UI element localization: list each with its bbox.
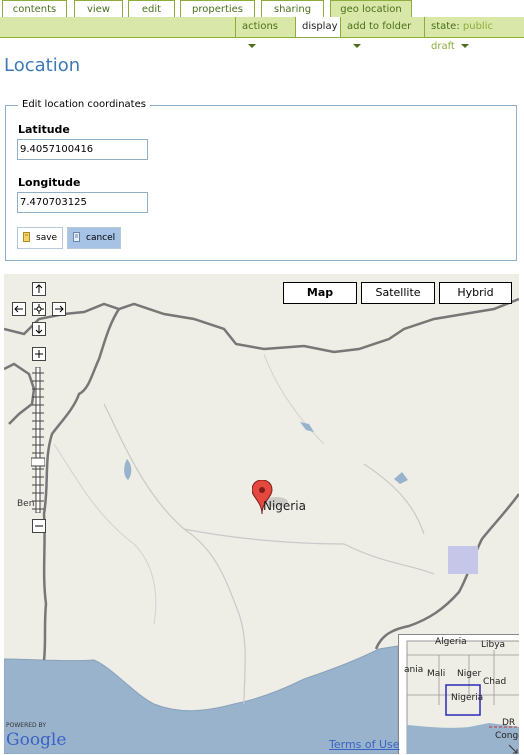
save-button[interactable]: save <box>17 227 63 249</box>
location-fieldset: Edit location coordinates Latitude Longi… <box>5 99 517 261</box>
longitude-input[interactable] <box>17 192 148 213</box>
chevron-down-icon <box>460 44 469 48</box>
state-label: state: <box>431 21 460 32</box>
minus-icon <box>35 525 43 527</box>
tab-properties[interactable]: properties <box>180 0 255 17</box>
longitude-label: Longitude <box>18 176 81 189</box>
cancel-button[interactable]: cancel <box>67 227 121 249</box>
plus-icon <box>35 350 43 358</box>
map-type-map-button[interactable]: Map <box>283 282 357 304</box>
tab-view[interactable]: view <box>74 0 123 17</box>
latitude-label: Latitude <box>18 123 70 136</box>
chevron-down-icon <box>248 44 256 48</box>
zoom-in-button[interactable] <box>32 347 46 361</box>
powered-by-label: POWERED BY <box>6 722 47 729</box>
overview-label-mali: Mali <box>427 669 446 679</box>
overview-label-congo: Congo <box>495 731 519 741</box>
cancel-icon <box>73 232 80 242</box>
zoom-out-button[interactable] <box>32 519 46 533</box>
map-type-hybrid-button[interactable]: Hybrid <box>439 282 512 304</box>
google-logo[interactable]: Google <box>6 730 66 750</box>
tab-sharing[interactable]: sharing <box>261 0 324 17</box>
arrow-down-icon <box>35 325 43 334</box>
zoom-handle[interactable] <box>31 457 45 467</box>
reset-view-button[interactable] <box>32 302 46 316</box>
action-bar: actions display add to folder state: pub… <box>0 17 524 52</box>
arrow-right-icon <box>55 305 64 313</box>
add-to-folder-label: add to folder <box>347 21 412 32</box>
latitude-input[interactable] <box>17 139 148 160</box>
overview-label-mauritania: ania <box>404 665 424 675</box>
overview-label-nigeria: Nigeria <box>451 693 484 703</box>
pan-right-button[interactable] <box>52 302 66 316</box>
map-view[interactable]: Map Satellite Hybrid Ben Nigeria Algeria… <box>4 274 519 754</box>
state-menu[interactable]: state: public draft <box>424 17 524 52</box>
add-to-folder-menu[interactable]: add to folder <box>340 17 424 48</box>
tab-bar: contents view edit properties sharing ge… <box>0 0 524 18</box>
tab-contents[interactable]: contents <box>2 0 67 17</box>
overview-label-algeria: Algeria <box>435 637 467 647</box>
display-label: display <box>302 21 338 32</box>
overview-map[interactable]: Algeria Libya ania Mali Niger Chad Niger… <box>398 634 519 754</box>
actions-label: actions <box>242 21 278 32</box>
map-label-left: Ben <box>17 499 35 509</box>
overview-label-dr: DR <box>502 718 516 728</box>
page-title: Location <box>4 55 81 76</box>
actions-menu[interactable]: actions <box>235 17 295 48</box>
arrow-up-icon <box>35 284 43 293</box>
save-icon <box>23 232 30 242</box>
chevron-down-icon <box>353 44 361 48</box>
cancel-label: cancel <box>86 233 116 243</box>
marker-label: Nigeria <box>263 499 306 513</box>
save-label: save <box>36 233 58 243</box>
center-icon <box>34 304 44 314</box>
overview-label-libya: Libya <box>481 640 506 650</box>
arrow-left-icon <box>14 305 23 313</box>
fieldset-legend: Edit location coordinates <box>18 99 150 110</box>
tab-geo-location[interactable]: geo location <box>330 0 412 18</box>
overview-label-niger: Niger <box>457 669 482 679</box>
terms-of-use-link[interactable]: Terms of Use <box>329 738 400 751</box>
logo-text: Google <box>6 730 67 750</box>
map-type-satellite-button[interactable]: Satellite <box>361 282 435 304</box>
pan-up-button[interactable] <box>32 282 46 296</box>
zoom-slider[interactable] <box>31 367 45 513</box>
tab-edit[interactable]: edit <box>128 0 175 17</box>
pan-left-button[interactable] <box>12 302 26 316</box>
pan-down-button[interactable] <box>32 322 46 336</box>
display-menu[interactable]: display <box>295 17 340 37</box>
overview-label-chad: Chad <box>483 677 507 687</box>
